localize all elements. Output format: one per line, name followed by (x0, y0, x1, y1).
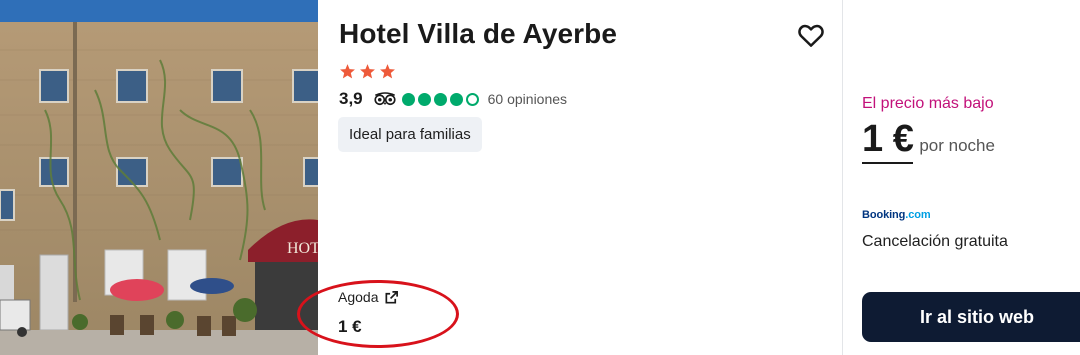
hotel-photo[interactable]: HOT (0, 0, 318, 355)
lowest-price-label: El precio más bajo (862, 95, 994, 112)
hotel-name[interactable]: Hotel Villa de Ayerbe (339, 18, 617, 50)
hotel-star-rating (339, 63, 396, 80)
rating-row: 3,9 60 opiniones (339, 88, 567, 110)
hotel-info: Hotel Villa de Ayerbe 3,9 60 opiniones I… (297, 0, 842, 355)
rating-score: 3,9 (339, 89, 363, 108)
bubble-rating (401, 92, 479, 106)
rating-bubble-filled (449, 92, 463, 106)
star-icon (360, 64, 375, 79)
family-tag: Ideal para familias (338, 117, 482, 152)
star-icon (340, 64, 355, 79)
annotation-circle (297, 280, 459, 348)
deal-price[interactable]: 1 € (862, 116, 914, 164)
free-cancellation-label: Cancelación gratuita (862, 233, 1008, 250)
reviews-link[interactable]: 60 opiniones (488, 91, 567, 107)
rating-bubble-empty (465, 92, 479, 106)
star-icon (380, 64, 395, 79)
hotel-photo-image: HOT (0, 0, 318, 355)
booking-logo: Booking.com (862, 209, 931, 221)
rating-bubble-filled (401, 92, 415, 106)
favorite-button[interactable] (796, 20, 826, 50)
price-row: 1 € por noche (862, 116, 995, 164)
deal-panel: El precio más bajo 1 € por noche Booking… (843, 0, 1080, 355)
booking-logo-brand: Booking (862, 209, 906, 221)
per-night-label: por noche (919, 136, 995, 155)
rating-bubble-filled (433, 92, 447, 106)
heart-icon (798, 24, 824, 47)
photo-sign-text: HOT (287, 240, 318, 257)
rating-bubble-filled (417, 92, 431, 106)
go-to-site-button[interactable]: Ir al sitio web (862, 292, 1080, 342)
booking-logo-tld: .com (905, 209, 931, 221)
tripadvisor-owl-icon (374, 92, 396, 106)
